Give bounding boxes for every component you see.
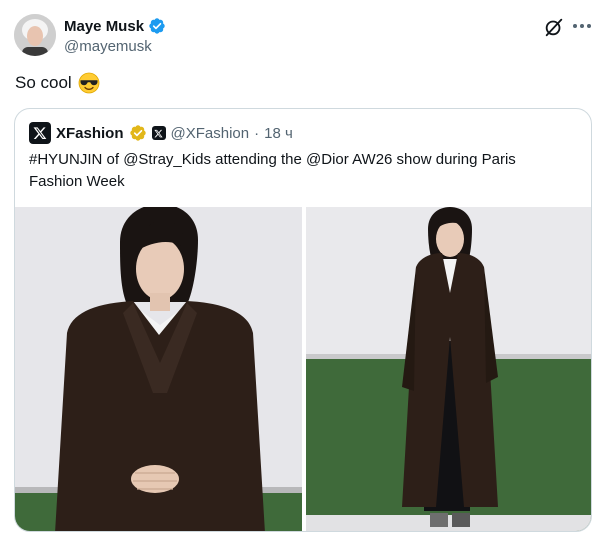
tweet-post: Maye Musk @mayemusk So cool XFashion @XF… — [0, 0, 608, 544]
photo-1-image — [15, 207, 302, 531]
sunglasses-emoji-icon — [78, 72, 100, 94]
dot — [587, 24, 591, 28]
quoted-handle[interactable]: @XFashion — [171, 125, 250, 142]
tweet-text-body: So cool — [15, 73, 72, 92]
quoted-avatar[interactable] — [29, 122, 51, 144]
author-handle[interactable]: @mayemusk — [64, 38, 166, 55]
quoted-tweet-card[interactable]: XFashion @XFashion · 18 ч #HYUNJIN of @S… — [14, 108, 592, 532]
dot — [580, 24, 584, 28]
avatar[interactable] — [14, 14, 56, 56]
affiliate-x-badge-icon — [151, 126, 166, 140]
author-name-row: Maye Musk — [64, 16, 166, 36]
tweet-text: So cool — [15, 72, 100, 94]
verified-badge-icon — [149, 18, 165, 34]
quoted-text: #HYUNJIN of @Stray_Kids attending the @D… — [29, 151, 516, 190]
quoted-header: XFashion @XFashion · 18 ч — [29, 121, 293, 145]
gold-verified-badge-icon — [129, 125, 146, 141]
author-block: Maye Musk @mayemusk — [64, 16, 166, 55]
photo-1[interactable] — [15, 207, 302, 531]
avatar-photo — [14, 14, 56, 56]
separator-dot: · — [254, 124, 260, 142]
more-options-icon[interactable] — [568, 14, 596, 38]
photo-2[interactable] — [306, 207, 591, 531]
dot — [573, 24, 577, 28]
quoted-media — [15, 207, 591, 531]
x-logo-icon — [33, 127, 47, 139]
author-display-name[interactable]: Maye Musk — [64, 18, 144, 35]
grok-icon[interactable] — [543, 16, 565, 38]
x-logo-small-icon — [154, 129, 163, 137]
quoted-timestamp[interactable]: 18 ч — [264, 125, 293, 142]
photo-2-image — [306, 207, 591, 531]
quoted-display-name[interactable]: XFashion — [56, 125, 124, 142]
